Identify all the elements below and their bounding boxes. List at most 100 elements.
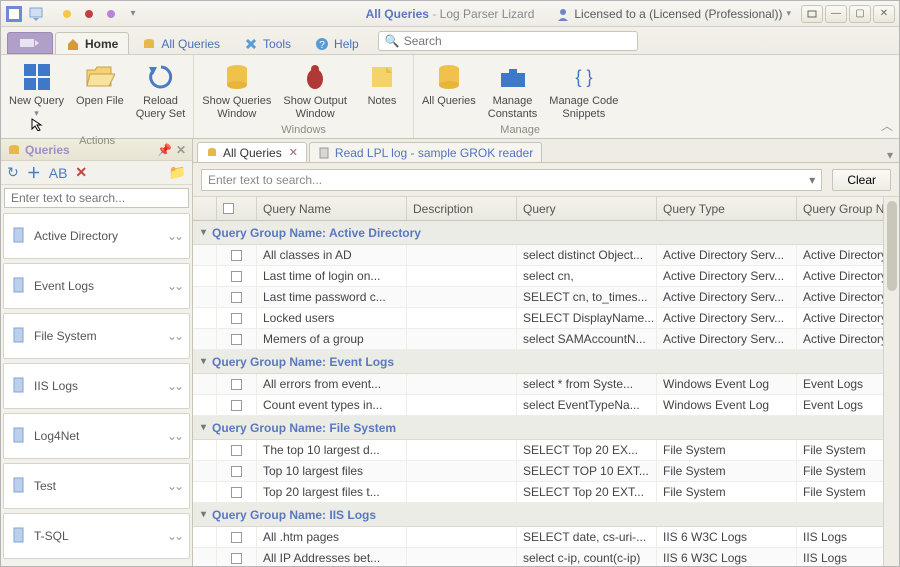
tab-tools[interactable]: Tools bbox=[233, 32, 302, 54]
clear-button[interactable]: Clear bbox=[832, 169, 891, 191]
qat-bug-icon[interactable] bbox=[80, 5, 98, 23]
table-row[interactable]: Count event types in... select EventType… bbox=[193, 395, 883, 416]
col-query-group-name[interactable]: Query Group Name bbox=[797, 197, 883, 220]
expand-cell[interactable] bbox=[193, 548, 217, 566]
checkbox-cell[interactable] bbox=[217, 482, 257, 502]
ribbon-search-input[interactable] bbox=[404, 34, 631, 48]
doc-tab-all-queries[interactable]: All Queries ✕ bbox=[197, 142, 307, 162]
expand-cell[interactable] bbox=[193, 482, 217, 502]
category-list[interactable]: Active Directory ⌄⌄ Event Logs ⌄⌄ File S… bbox=[1, 211, 192, 566]
folder-icon[interactable]: 📁 bbox=[169, 164, 186, 181]
table-row[interactable]: Memers of a group select SAMAccountN... … bbox=[193, 329, 883, 350]
table-row[interactable]: Locked users SELECT DisplayName... Activ… bbox=[193, 308, 883, 329]
delete-icon[interactable]: ✕ bbox=[75, 164, 87, 181]
col-description[interactable]: Description bbox=[407, 197, 517, 220]
category-item[interactable]: Active Directory ⌄⌄ bbox=[3, 213, 190, 259]
tab-all-queries[interactable]: All Queries bbox=[131, 32, 231, 54]
ribbon-search[interactable]: 🔍 bbox=[378, 31, 638, 51]
new-query-button[interactable]: New Query ▾ bbox=[3, 57, 70, 133]
checkbox-cell[interactable] bbox=[217, 329, 257, 349]
category-item[interactable]: Event Logs ⌄⌄ bbox=[3, 263, 190, 309]
group-row[interactable]: Query Group Name: Active Directory bbox=[193, 221, 883, 245]
license-block[interactable]: Licensed to a (Licensed (Professional)) … bbox=[556, 7, 791, 21]
expand-cell[interactable] bbox=[193, 461, 217, 481]
expand-column[interactable] bbox=[193, 197, 217, 220]
checkbox-cell[interactable] bbox=[217, 548, 257, 566]
table-row[interactable]: Last time password c... SELECT cn, to_ti… bbox=[193, 287, 883, 308]
table-row[interactable]: All errors from event... select * from S… bbox=[193, 374, 883, 395]
expand-cell[interactable] bbox=[193, 440, 217, 460]
expand-cell[interactable] bbox=[193, 266, 217, 286]
manage-snippets-button[interactable]: { } Manage Code Snippets bbox=[543, 57, 624, 120]
screenshot-button[interactable] bbox=[801, 5, 823, 23]
collapse-ribbon-icon[interactable]: ︿ bbox=[881, 117, 893, 134]
expand-cell[interactable] bbox=[193, 329, 217, 349]
checkbox-cell[interactable] bbox=[217, 461, 257, 481]
notes-button[interactable]: Notes bbox=[353, 57, 411, 108]
add-icon[interactable]: ＋ bbox=[27, 163, 41, 183]
table-row[interactable]: Top 20 largest files t... SELECT Top 20 … bbox=[193, 482, 883, 503]
query-grid[interactable]: Query Name Description Query Query Type … bbox=[193, 197, 883, 566]
close-icon[interactable]: ✕ bbox=[289, 146, 298, 159]
col-query[interactable]: Query bbox=[517, 197, 657, 220]
tabs-overflow-icon[interactable]: ▾ bbox=[887, 148, 893, 162]
maximize-button[interactable]: ▢ bbox=[849, 5, 871, 23]
qat-dropdown-icon[interactable] bbox=[27, 5, 45, 23]
col-query-name[interactable]: Query Name bbox=[257, 197, 407, 220]
grid-search-combo[interactable]: Enter text to search... ▾ bbox=[201, 169, 822, 191]
expand-cell[interactable] bbox=[193, 395, 217, 415]
expand-cell[interactable] bbox=[193, 308, 217, 328]
minimize-button[interactable]: — bbox=[825, 5, 847, 23]
tab-help[interactable]: ? Help bbox=[304, 32, 370, 54]
app-icon[interactable] bbox=[5, 5, 23, 23]
table-row[interactable]: All IP Addresses bet... select c-ip, cou… bbox=[193, 548, 883, 566]
category-item[interactable]: T-SQL ⌄⌄ bbox=[3, 513, 190, 559]
refresh-icon[interactable]: ↻ bbox=[7, 164, 19, 181]
group-row[interactable]: Query Group Name: Event Logs bbox=[193, 350, 883, 374]
checkbox-cell[interactable] bbox=[217, 440, 257, 460]
qat-sun-icon[interactable] bbox=[58, 5, 76, 23]
table-row[interactable]: Top 10 largest files SELECT TOP 10 EXT..… bbox=[193, 461, 883, 482]
scroll-thumb[interactable] bbox=[887, 201, 897, 291]
checkbox-column[interactable] bbox=[217, 197, 257, 220]
expand-cell[interactable] bbox=[193, 527, 217, 547]
checkbox-cell[interactable] bbox=[217, 287, 257, 307]
col-query-type[interactable]: Query Type bbox=[657, 197, 797, 220]
chevron-down-icon[interactable]: ▾ bbox=[809, 173, 815, 187]
checkbox-cell[interactable] bbox=[217, 245, 257, 265]
category-item[interactable]: File System ⌄⌄ bbox=[3, 313, 190, 359]
category-item[interactable]: Test ⌄⌄ bbox=[3, 463, 190, 509]
checkbox-cell[interactable] bbox=[217, 374, 257, 394]
checkbox-cell[interactable] bbox=[217, 395, 257, 415]
show-output-window-button[interactable]: Show Output Window bbox=[277, 57, 353, 120]
table-row[interactable]: All classes in AD select distinct Object… bbox=[193, 245, 883, 266]
group-row[interactable]: Query Group Name: File System bbox=[193, 416, 883, 440]
show-queries-window-button[interactable]: Show Queries Window bbox=[196, 57, 277, 120]
category-item[interactable]: IIS Logs ⌄⌄ bbox=[3, 363, 190, 409]
manage-constants-button[interactable]: Manage Constants bbox=[482, 57, 544, 120]
checkbox-cell[interactable] bbox=[217, 266, 257, 286]
rename-icon[interactable]: AB bbox=[49, 165, 68, 181]
queries-search[interactable] bbox=[4, 188, 189, 208]
doc-tab-read-lpl[interactable]: Read LPL log - sample GROK reader bbox=[309, 142, 542, 162]
checkbox-cell[interactable] bbox=[217, 308, 257, 328]
qat-flower-icon[interactable] bbox=[102, 5, 120, 23]
close-button[interactable]: ✕ bbox=[873, 5, 895, 23]
expand-cell[interactable] bbox=[193, 287, 217, 307]
category-item[interactable]: Log4Net ⌄⌄ bbox=[3, 413, 190, 459]
all-queries-button[interactable]: All Queries bbox=[416, 57, 482, 108]
table-row[interactable]: The top 10 largest d... SELECT Top 20 EX… bbox=[193, 440, 883, 461]
reload-query-set-button[interactable]: Reload Query Set bbox=[130, 57, 192, 120]
queries-search-input[interactable] bbox=[4, 188, 189, 208]
table-row[interactable]: All .htm pages SELECT date, cs-uri-... I… bbox=[193, 527, 883, 548]
expand-cell[interactable] bbox=[193, 245, 217, 265]
open-file-button[interactable]: Open File bbox=[70, 57, 130, 108]
table-row[interactable]: Last time of login on... select cn, Acti… bbox=[193, 266, 883, 287]
expand-cell[interactable] bbox=[193, 374, 217, 394]
checkbox-cell[interactable] bbox=[217, 527, 257, 547]
tab-home[interactable]: Home bbox=[55, 32, 129, 54]
vertical-scrollbar[interactable] bbox=[883, 197, 899, 566]
qat-customize-icon[interactable]: ▾ bbox=[124, 5, 142, 23]
file-tab[interactable] bbox=[7, 32, 53, 54]
group-row[interactable]: Query Group Name: IIS Logs bbox=[193, 503, 883, 527]
